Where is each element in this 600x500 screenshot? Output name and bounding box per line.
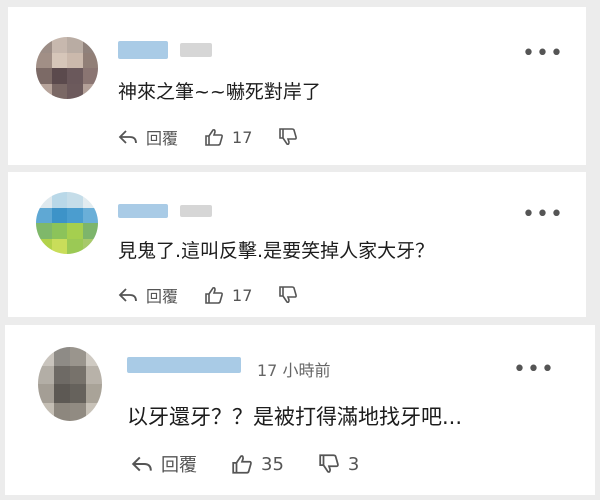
reply-label: 回覆: [161, 455, 197, 476]
avatar-pixel: [51, 37, 67, 53]
like-button[interactable]: 17: [204, 286, 252, 305]
avatar-pixel: [67, 223, 83, 239]
avatar-pixel: [36, 192, 52, 208]
avatar-pixel: [51, 238, 67, 254]
avatar-pixel: [82, 37, 98, 53]
dislike-count: 3: [347, 453, 360, 475]
avatar-pixel: [82, 207, 98, 223]
avatar-pixel: [36, 207, 52, 223]
dislike-button[interactable]: [278, 286, 306, 304]
thumbs-up-icon: [205, 128, 223, 146]
avatar-pixel: [82, 68, 98, 84]
avatar-pixel: [38, 384, 54, 403]
reply-arrow-icon: [118, 288, 137, 302]
reply-arrow-icon: [118, 130, 137, 144]
dislike-button[interactable]: 3: [318, 454, 359, 475]
reply-button[interactable]: 回覆: [131, 451, 197, 477]
avatar-pixel: [67, 83, 83, 99]
reply-button[interactable]: 回覆: [118, 283, 178, 307]
avatar-pixel: [67, 52, 83, 68]
more-options-icon[interactable]: •••: [522, 43, 564, 65]
like-count: 35: [261, 453, 284, 475]
avatar-pixel: [86, 347, 102, 366]
avatar-pixel: [51, 52, 67, 68]
like-button[interactable]: 17: [204, 128, 252, 147]
username-blurred[interactable]: [127, 357, 241, 373]
avatar-pixel: [51, 192, 67, 208]
avatar-pixel: [67, 192, 83, 208]
avatar-pixel: [82, 83, 98, 99]
avatar[interactable]: [36, 192, 98, 254]
avatar-pixel: [51, 68, 67, 84]
thumbs-down-icon: [279, 286, 298, 304]
avatar-pixel: [82, 223, 98, 239]
thumbs-up-icon: [205, 286, 223, 304]
reply-label: 回覆: [146, 287, 179, 306]
avatar-pixel: [51, 207, 67, 223]
comment-card: 17 小時前 ••• 以牙還牙？？是被打得滿地找牙吧... 回覆 35 3: [5, 325, 595, 495]
thumbs-down-icon: [319, 454, 339, 473]
avatar-pixel: [36, 52, 52, 68]
username-blurred[interactable]: [118, 41, 168, 59]
avatar-pixel: [36, 83, 52, 99]
avatar-pixel: [70, 365, 86, 384]
more-options-icon[interactable]: •••: [522, 204, 564, 226]
avatar-pixel: [82, 192, 98, 208]
timestamp-blurred: [180, 205, 212, 217]
avatar-pixel: [67, 238, 83, 254]
avatar-pixel: [38, 402, 54, 421]
like-count: 17: [232, 127, 253, 147]
avatar-pixel: [54, 347, 70, 366]
avatar[interactable]: [38, 347, 102, 421]
like-button[interactable]: 35: [231, 454, 284, 475]
reply-label: 回覆: [146, 129, 179, 148]
avatar-pixel: [70, 402, 86, 421]
avatar-pixel: [82, 52, 98, 68]
reply-arrow-icon: [131, 456, 152, 472]
avatar-pixel: [36, 37, 52, 53]
more-options-icon[interactable]: •••: [513, 359, 555, 381]
avatar-pixel: [54, 384, 70, 403]
comment-text: 以牙還牙？？是被打得滿地找牙吧...: [127, 405, 463, 429]
avatar-pixel: [36, 223, 52, 239]
avatar-pixel: [51, 83, 67, 99]
thumbs-down-icon: [279, 128, 298, 146]
dislike-button[interactable]: [278, 128, 306, 146]
username-blurred[interactable]: [118, 204, 168, 218]
thumbs-up-icon: [232, 455, 252, 474]
reply-button[interactable]: 回覆: [118, 125, 178, 149]
avatar-pixel: [86, 402, 102, 421]
avatar-pixel: [82, 238, 98, 254]
timestamp-blurred: [180, 43, 212, 57]
comment-card: ••• 見鬼了.這叫反擊.是要笑掉人家大牙？ 回覆 17: [8, 172, 586, 317]
avatar-pixel: [51, 223, 67, 239]
avatar-pixel: [86, 384, 102, 403]
avatar-pixel: [67, 68, 83, 84]
avatar-pixel: [38, 347, 54, 366]
avatar-pixel: [54, 402, 70, 421]
avatar-pixel: [54, 365, 70, 384]
like-count: 17: [232, 285, 253, 305]
avatar-pixel: [67, 207, 83, 223]
avatar-pixel: [36, 68, 52, 84]
avatar-pixel: [86, 365, 102, 384]
comment-timestamp: 17 小時前: [257, 361, 331, 380]
avatar[interactable]: [36, 37, 98, 99]
comment-text: 神來之筆~~嚇死對岸了: [118, 81, 321, 103]
avatar-pixel: [70, 384, 86, 403]
comment-text: 見鬼了.這叫反擊.是要笑掉人家大牙？: [118, 240, 435, 262]
avatar-pixel: [38, 365, 54, 384]
comment-card: ••• 神來之筆~~嚇死對岸了 回覆 17: [8, 7, 586, 165]
avatar-pixel: [67, 37, 83, 53]
avatar-pixel: [70, 347, 86, 366]
avatar-pixel: [36, 238, 52, 254]
